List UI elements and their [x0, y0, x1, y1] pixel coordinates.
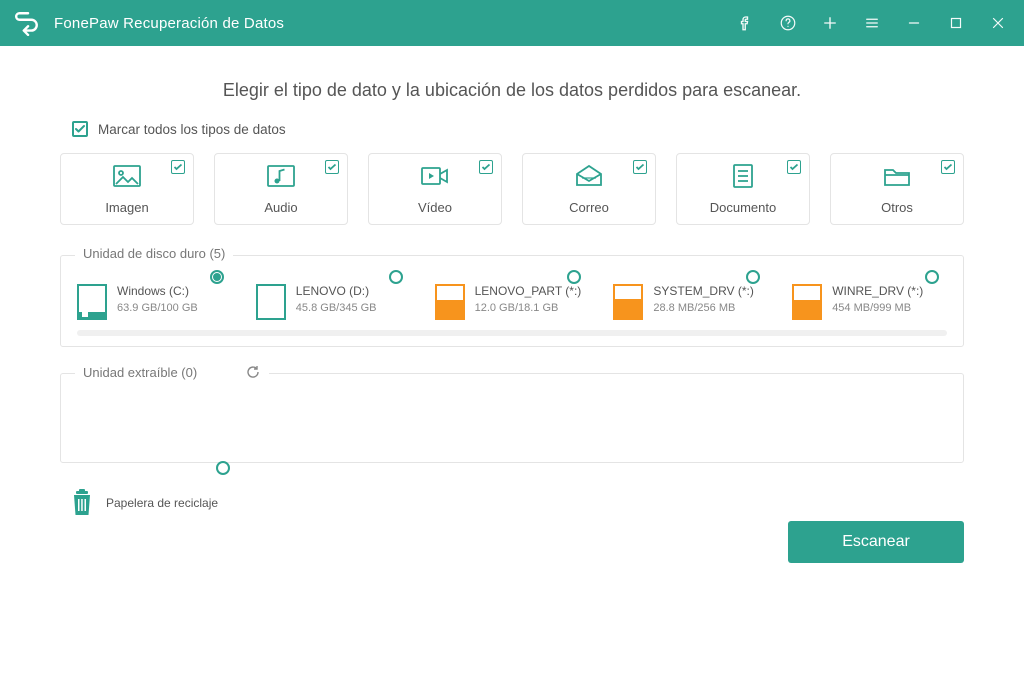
- maximize-icon[interactable]: [946, 13, 966, 33]
- category-checkbox[interactable]: [787, 160, 801, 174]
- drive-name: LENOVO_PART (*:): [475, 284, 582, 298]
- trash-icon: [70, 489, 94, 517]
- plus-icon[interactable]: [820, 13, 840, 33]
- drive-icon: [77, 284, 107, 320]
- page-heading: Elegir el tipo de dato y la ubicación de…: [60, 80, 964, 101]
- drive-size: 12.0 GB/18.1 GB: [475, 302, 582, 314]
- category-checkbox[interactable]: [941, 160, 955, 174]
- category-otros[interactable]: Otros: [830, 153, 964, 225]
- close-icon[interactable]: [988, 13, 1008, 33]
- audio-icon: [266, 163, 296, 194]
- select-all-row: Marcar todos los tipos de datos: [72, 121, 964, 137]
- category-documento[interactable]: Documento: [676, 153, 810, 225]
- drive-item[interactable]: LENOVO (D:) 45.8 GB/345 GB: [256, 278, 411, 320]
- drive-radio[interactable]: [210, 270, 224, 284]
- drive-icon: [256, 284, 286, 320]
- video-icon: [420, 163, 450, 194]
- menu-icon[interactable]: [862, 13, 882, 33]
- drive-scrollbar[interactable]: [77, 330, 947, 336]
- drive-item[interactable]: LENOVO_PART (*:) 12.0 GB/18.1 GB: [435, 278, 590, 320]
- help-icon[interactable]: [778, 13, 798, 33]
- image-icon: [112, 163, 142, 194]
- category-checkbox[interactable]: [325, 160, 339, 174]
- category-audio[interactable]: Audio: [214, 153, 348, 225]
- category-label: Audio: [264, 200, 297, 215]
- drive-radio[interactable]: [389, 270, 403, 284]
- drive-icon: [613, 284, 643, 320]
- scan-button[interactable]: Escanear: [788, 521, 964, 563]
- drive-icon: [792, 284, 822, 320]
- app-title: FonePaw Recuperación de Datos: [54, 15, 284, 32]
- select-all-label: Marcar todos los tipos de datos: [98, 122, 286, 137]
- app-logo-icon: [14, 10, 40, 36]
- recycle-label: Papelera de reciclaje: [106, 496, 218, 510]
- drive-size: 63.9 GB/100 GB: [117, 302, 198, 314]
- drive-size: 454 MB/999 MB: [832, 302, 923, 314]
- category-imagen[interactable]: Imagen: [60, 153, 194, 225]
- recycle-radio[interactable]: [216, 461, 230, 475]
- drive-item[interactable]: SYSTEM_DRV (*:) 28.8 MB/256 MB: [613, 278, 768, 320]
- category-label: Vídeo: [418, 200, 452, 215]
- hdd-legend: Unidad de disco duro (5): [75, 246, 233, 261]
- categories-row: Imagen Audio: [60, 153, 964, 225]
- removable-section: Unidad extraíble (0): [60, 373, 964, 463]
- category-checkbox[interactable]: [171, 160, 185, 174]
- drive-name: WINRE_DRV (*:): [832, 284, 923, 298]
- select-all-checkbox[interactable]: [72, 121, 88, 137]
- category-label: Otros: [881, 200, 913, 215]
- drive-size: 28.8 MB/256 MB: [653, 302, 753, 314]
- minimize-icon[interactable]: [904, 13, 924, 33]
- recycle-bin-item[interactable]: Papelera de reciclaje: [70, 489, 964, 517]
- category-label: Documento: [710, 200, 776, 215]
- category-correo[interactable]: Correo: [522, 153, 656, 225]
- removable-legend: Unidad extraíble (0): [75, 364, 269, 380]
- drive-radio[interactable]: [925, 270, 939, 284]
- category-label: Imagen: [105, 200, 148, 215]
- drive-radio[interactable]: [746, 270, 760, 284]
- drive-name: SYSTEM_DRV (*:): [653, 284, 753, 298]
- drive-item[interactable]: WINRE_DRV (*:) 454 MB/999 MB: [792, 278, 947, 320]
- titlebar: FonePaw Recuperación de Datos: [0, 0, 1024, 46]
- hdd-section: Unidad de disco duro (5) Windows (C:) 63…: [60, 255, 964, 347]
- drive-name: LENOVO (D:): [296, 284, 377, 298]
- main-window: FonePaw Recuperación de Datos: [0, 0, 1024, 675]
- body: Elegir el tipo de dato y la ubicación de…: [0, 46, 1024, 581]
- category-checkbox[interactable]: [479, 160, 493, 174]
- category-checkbox[interactable]: [633, 160, 647, 174]
- refresh-icon[interactable]: [245, 364, 261, 380]
- category-video[interactable]: Vídeo: [368, 153, 502, 225]
- facebook-icon[interactable]: [736, 13, 756, 33]
- drive-item[interactable]: Windows (C:) 63.9 GB/100 GB: [77, 278, 232, 320]
- drive-size: 45.8 GB/345 GB: [296, 302, 377, 314]
- mail-icon: [574, 163, 604, 194]
- category-label: Correo: [569, 200, 609, 215]
- document-icon: [728, 163, 758, 194]
- drive-radio[interactable]: [567, 270, 581, 284]
- folder-icon: [882, 163, 912, 194]
- drive-name: Windows (C:): [117, 284, 198, 298]
- drive-icon: [435, 284, 465, 320]
